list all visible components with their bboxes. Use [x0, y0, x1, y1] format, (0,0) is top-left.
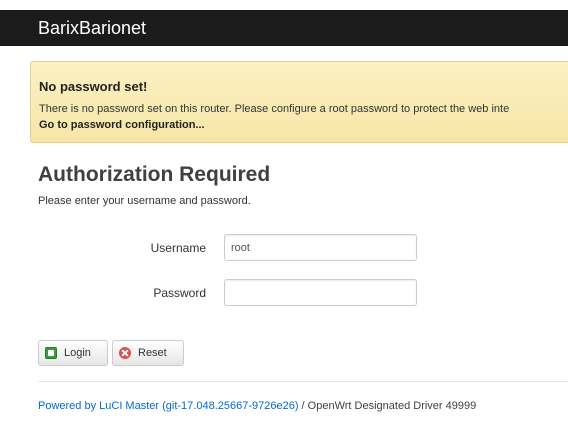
brand-link[interactable]: BarixBarionet: [38, 18, 146, 38]
page-description: Please enter your username and password.: [38, 195, 251, 207]
navbar: BarixBarionet: [0, 10, 568, 46]
password-input[interactable]: [224, 279, 417, 306]
login-button[interactable]: Login: [38, 340, 108, 366]
distribution-label: OpenWrt Designated Driver 49999: [307, 400, 477, 412]
username-label: Username: [150, 241, 206, 255]
username-input[interactable]: [224, 234, 417, 261]
password-label: Password: [153, 286, 206, 300]
alert-title: No password set!: [39, 79, 148, 94]
no-password-alert: No password set! There is no password se…: [30, 61, 568, 143]
reset-button-label: Reset: [138, 347, 167, 359]
footer-separator: /: [298, 400, 308, 412]
reset-button[interactable]: Reset: [112, 340, 184, 366]
luci-link[interactable]: Powered by LuCI Master (git-17.048.25667…: [38, 400, 299, 412]
alert-text: There is no password set on this router.…: [39, 103, 510, 115]
apply-icon: [45, 347, 57, 359]
page-title: Authorization Required: [38, 163, 271, 186]
footer: Powered by LuCI Master (git-17.048.25667…: [38, 400, 476, 412]
login-button-label: Login: [64, 347, 91, 359]
footer-divider: [38, 381, 568, 382]
reset-icon: [119, 347, 131, 359]
password-config-link[interactable]: Go to password configuration...: [39, 119, 205, 131]
